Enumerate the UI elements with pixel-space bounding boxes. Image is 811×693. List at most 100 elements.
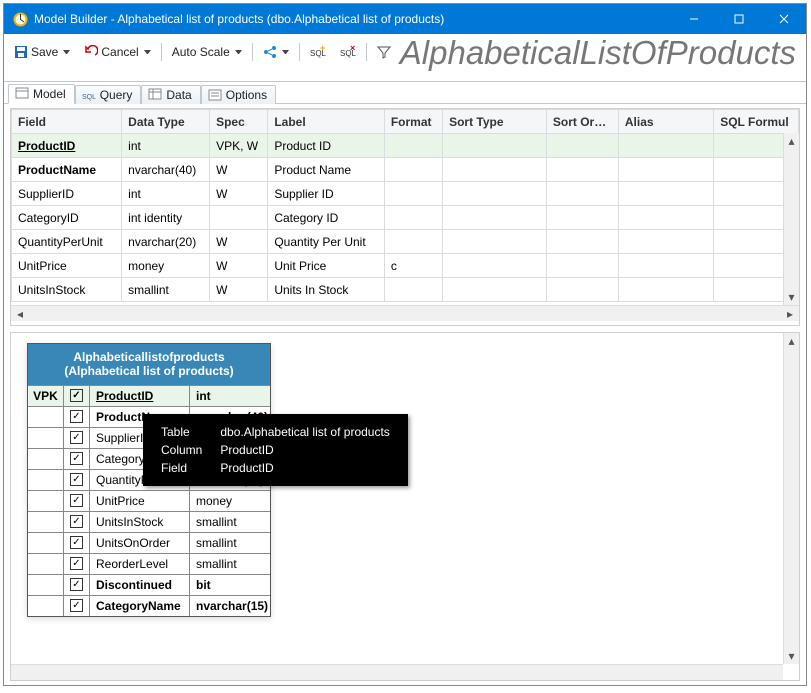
grid-cell[interactable]: Unit Price — [268, 254, 385, 278]
entity-field-name[interactable]: CategoryName — [90, 596, 190, 616]
tab-query[interactable]: SQL Query — [75, 85, 142, 104]
grid-cell[interactable]: CategoryID — [12, 206, 122, 230]
grid-cell[interactable]: QuantityPerUnit — [12, 230, 122, 254]
col-alias[interactable]: Alias — [618, 110, 713, 134]
maximize-button[interactable] — [716, 4, 761, 34]
grid-cell[interactable] — [546, 182, 618, 206]
grid-cell[interactable] — [443, 158, 547, 182]
scroll-up-icon[interactable]: ▴ — [784, 333, 799, 349]
grid-cell[interactable] — [618, 182, 713, 206]
grid-cell[interactable]: W — [210, 182, 268, 206]
grid-cell[interactable] — [546, 134, 618, 158]
grid-cell[interactable]: money — [122, 254, 210, 278]
checkbox-icon[interactable]: ✓ — [70, 389, 83, 402]
table-row[interactable]: CategoryIDint identity Category ID — [12, 206, 799, 230]
grid-cell[interactable] — [443, 230, 547, 254]
grid-cell[interactable] — [546, 254, 618, 278]
grid-cell[interactable]: int identity — [122, 206, 210, 230]
col-sql[interactable]: SQL Formul — [714, 110, 799, 134]
grid-cell[interactable] — [384, 134, 442, 158]
table-row[interactable]: QuantityPerUnitnvarchar(20)WQuantity Per… — [12, 230, 799, 254]
entity-field-name[interactable]: UnitPrice — [90, 491, 190, 511]
grid-cell[interactable]: smallint — [122, 278, 210, 302]
tab-model[interactable]: Model — [8, 84, 75, 104]
grid-cell[interactable] — [618, 206, 713, 230]
table-row[interactable]: ProductIDintVPK, WProduct ID — [12, 134, 799, 158]
grid-cell[interactable] — [210, 206, 268, 230]
grid-cell[interactable]: Quantity Per Unit — [268, 230, 385, 254]
entity-row[interactable]: ✓CategoryNamenvarchar(15) — [28, 595, 270, 616]
table-row[interactable]: UnitsInStocksmallintWUnits In Stock — [12, 278, 799, 302]
grid-cell[interactable] — [384, 182, 442, 206]
entity-row[interactable]: ✓Discontinuedbit — [28, 574, 270, 595]
grid-cell[interactable] — [443, 254, 547, 278]
grid-cell[interactable]: W — [210, 158, 268, 182]
autoscale-button[interactable]: Auto Scale — [166, 42, 248, 62]
share-dropdown-icon[interactable] — [282, 50, 289, 54]
grid-cell[interactable]: Product ID — [268, 134, 385, 158]
grid-cell[interactable]: int — [122, 134, 210, 158]
grid-cell[interactable]: nvarchar(40) — [122, 158, 210, 182]
tab-data[interactable]: Data — [141, 85, 200, 104]
grid-cell[interactable] — [618, 230, 713, 254]
entity-title[interactable]: Alphabeticallistofproducts (Alphabetical… — [28, 344, 270, 385]
entity-field-name[interactable]: Discontinued — [90, 575, 190, 595]
share-button[interactable] — [257, 42, 295, 62]
entity-header-row[interactable]: VPK ✓ ProductID int — [28, 385, 270, 406]
entity-row[interactable]: ✓UnitPricemoney — [28, 490, 270, 511]
checkbox-icon[interactable]: ✓ — [70, 431, 83, 444]
table-row[interactable]: SupplierIDintWSupplier ID — [12, 182, 799, 206]
col-field[interactable]: Field — [12, 110, 122, 134]
checkbox-icon[interactable]: ✓ — [70, 410, 83, 423]
grid-cell[interactable] — [384, 230, 442, 254]
grid-cell[interactable]: Product Name — [268, 158, 385, 182]
col-order[interactable]: Sort Order — [546, 110, 618, 134]
entity-field-name[interactable]: ReorderLevel — [90, 554, 190, 574]
entity-field-name[interactable]: UnitsInStock — [90, 512, 190, 532]
grid-cell[interactable] — [618, 278, 713, 302]
checkbox-icon[interactable]: ✓ — [70, 494, 83, 507]
grid-cell[interactable]: SupplierID — [12, 182, 122, 206]
scroll-down-icon[interactable]: ▾ — [784, 289, 799, 305]
grid-cell[interactable] — [546, 230, 618, 254]
col-label[interactable]: Label — [268, 110, 385, 134]
save-dropdown-icon[interactable] — [63, 50, 70, 54]
grid-cell[interactable] — [618, 254, 713, 278]
sql-remove-button[interactable]: SQL× — [334, 42, 362, 62]
grid-cell[interactable] — [384, 278, 442, 302]
sql-add-button[interactable]: SQL+ — [304, 42, 332, 62]
save-button[interactable]: Save — [8, 42, 76, 62]
close-button[interactable] — [761, 4, 806, 34]
tab-options[interactable]: Options — [201, 85, 276, 104]
checkbox-icon[interactable]: ✓ — [70, 578, 83, 591]
titlebar[interactable]: Model Builder - Alphabetical list of pro… — [4, 4, 806, 34]
checkbox-icon[interactable]: ✓ — [70, 599, 83, 612]
grid-scrollbar-h[interactable]: ◂ ▸ — [11, 305, 799, 321]
grid-scrollbar-v[interactable]: ▴ ▾ — [783, 133, 799, 305]
cancel-dropdown-icon[interactable] — [144, 50, 151, 54]
grid-cell[interactable] — [546, 278, 618, 302]
diagram-scrollbar-v[interactable]: ▴ ▾ — [783, 333, 799, 664]
grid-cell[interactable] — [618, 134, 713, 158]
entity-row[interactable]: ✓ReorderLevelsmallint — [28, 553, 270, 574]
grid-cell[interactable] — [443, 278, 547, 302]
grid-cell[interactable] — [546, 158, 618, 182]
grid-cell[interactable] — [618, 158, 713, 182]
scroll-up-icon[interactable]: ▴ — [784, 133, 799, 149]
grid-cell[interactable]: ProductID — [12, 134, 122, 158]
grid-cell[interactable]: W — [210, 254, 268, 278]
checkbox-icon[interactable]: ✓ — [70, 536, 83, 549]
grid-cell[interactable] — [443, 134, 547, 158]
minimize-button[interactable] — [671, 4, 716, 34]
checkbox-icon[interactable]: ✓ — [70, 515, 83, 528]
grid-cell[interactable]: ProductName — [12, 158, 122, 182]
grid-cell[interactable]: VPK, W — [210, 134, 268, 158]
scroll-down-icon[interactable]: ▾ — [784, 648, 799, 664]
filter-button[interactable] — [371, 42, 397, 62]
grid-cell[interactable] — [443, 206, 547, 230]
grid-cell[interactable]: W — [210, 230, 268, 254]
col-format[interactable]: Format — [384, 110, 442, 134]
grid-cell[interactable]: Units In Stock — [268, 278, 385, 302]
grid-cell[interactable]: nvarchar(20) — [122, 230, 210, 254]
grid-cell[interactable]: Category ID — [268, 206, 385, 230]
